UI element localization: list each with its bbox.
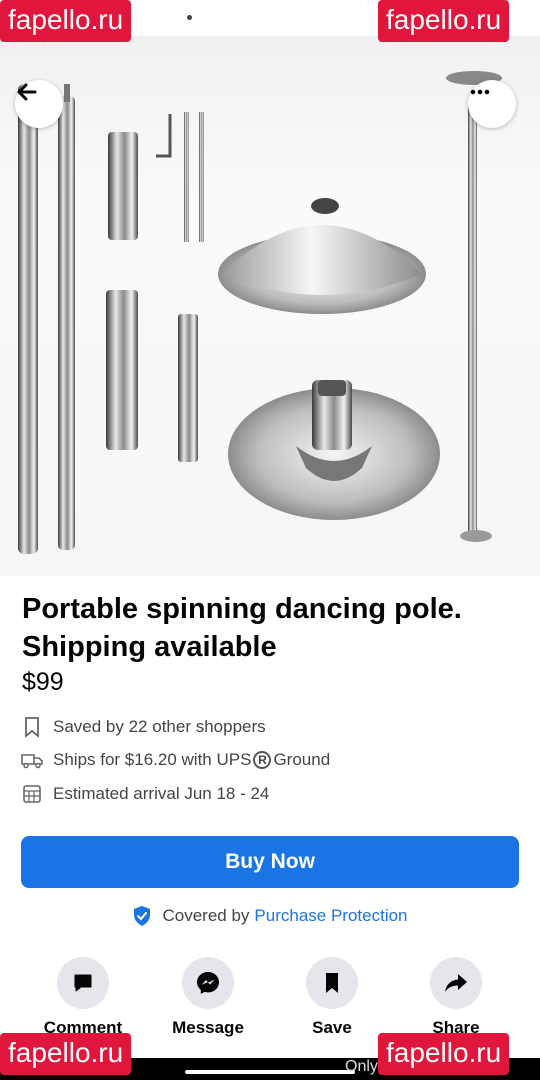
protection-prefix: Covered by <box>162 906 250 925</box>
registered-mark-icon: R <box>253 751 272 769</box>
bookmark-outline-icon <box>20 715 44 739</box>
arrow-left-icon <box>17 83 37 101</box>
save-button[interactable]: Save <box>277 957 387 1038</box>
status-dot <box>187 15 192 20</box>
saved-info: Saved by 22 other shoppers <box>20 715 266 739</box>
bookmark-icon <box>306 957 358 1009</box>
purchase-protection: Covered by Purchase Protection <box>0 905 540 927</box>
calendar-icon <box>20 782 44 806</box>
shield-check-icon <box>134 906 151 926</box>
truck-icon <box>20 748 44 772</box>
listing-photo[interactable] <box>0 36 540 576</box>
watermark: fapello.ru <box>378 0 510 42</box>
arrival-info: Estimated arrival Jun 18 - 24 <box>20 782 269 806</box>
saved-text: Saved by 22 other shoppers <box>53 717 266 736</box>
save-label: Save <box>312 1018 352 1037</box>
watermark: fapello.ru <box>0 1033 132 1075</box>
watermark: fapello.ru <box>378 1033 510 1075</box>
purchase-protection-link[interactable]: Purchase Protection <box>254 906 407 926</box>
message-button[interactable]: Message <box>153 957 263 1038</box>
shipping-service: Ground <box>273 750 331 769</box>
back-button[interactable] <box>15 80 63 128</box>
comment-icon <box>57 957 109 1009</box>
partial-text: Only <box>345 1058 378 1075</box>
buy-now-button[interactable]: Buy Now <box>21 836 519 888</box>
message-label: Message <box>172 1018 244 1037</box>
shipping-info: Ships for $16.20 with UPS R Ground <box>20 748 330 772</box>
messenger-icon <box>182 957 234 1009</box>
shipping-text: Ships for $16.20 with UPS <box>53 750 252 769</box>
share-icon <box>430 957 482 1009</box>
listing-price: $99 <box>22 668 64 696</box>
arrival-text: Estimated arrival Jun 18 - 24 <box>53 784 270 803</box>
home-indicator[interactable] <box>185 1070 355 1074</box>
comment-button[interactable]: Comment <box>28 957 138 1038</box>
pole-parts-image <box>18 71 502 554</box>
more-horizontal-icon <box>470 89 490 95</box>
listing-title: Portable spinning dancing pole. Shipping… <box>22 593 462 663</box>
watermark: fapello.ru <box>0 0 132 42</box>
share-button[interactable]: Share <box>401 957 511 1038</box>
more-options-button[interactable] <box>468 80 516 128</box>
